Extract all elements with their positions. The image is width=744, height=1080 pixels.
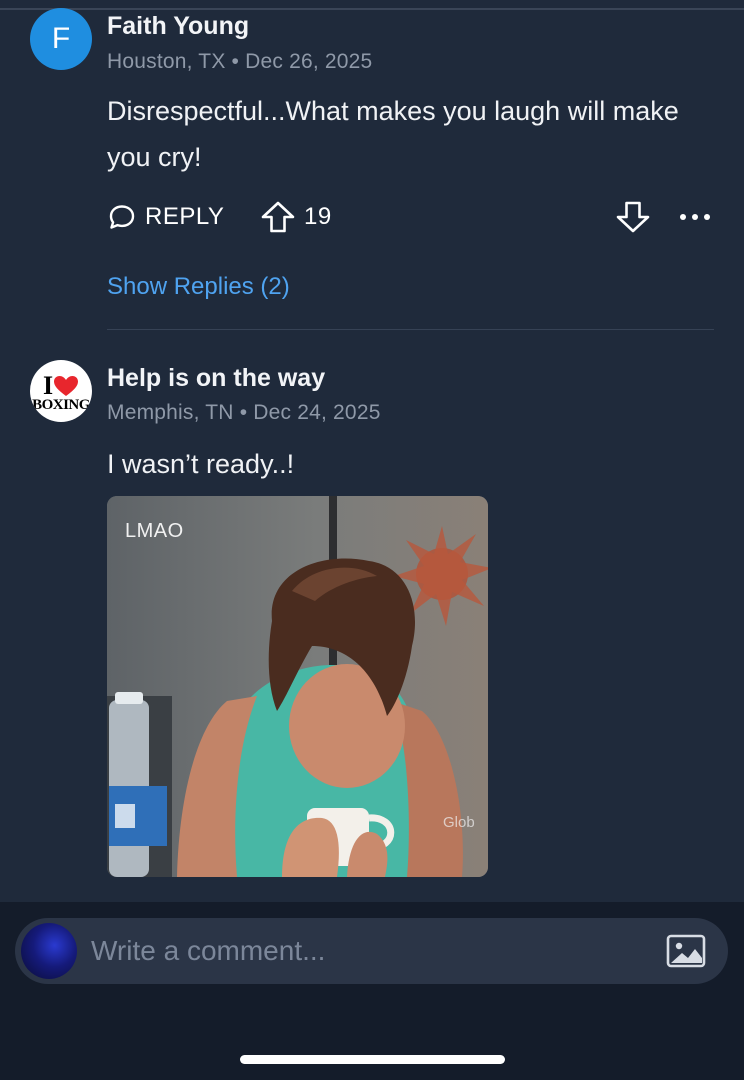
comment-meta: Memphis, TN • Dec 24, 2025 (107, 401, 381, 425)
avatar[interactable]: I BOXING (30, 360, 92, 422)
comment-card: I BOXING Help is on the way Memphis, TN •… (0, 0, 744, 900)
heart-icon (54, 375, 79, 396)
comment-input[interactable] (91, 918, 651, 984)
comment-gif[interactable]: Glob LMAO (107, 496, 488, 877)
meta-separator: • (239, 401, 248, 424)
user-avatar[interactable] (21, 923, 77, 979)
comment-text: I wasn’t ready..! (107, 449, 295, 479)
home-indicator[interactable] (240, 1055, 505, 1064)
comment-location: Memphis, TN (107, 401, 234, 424)
gif-watermark: Glob (443, 814, 475, 831)
comment-author[interactable]: Help is on the way (107, 364, 325, 393)
i-love-boxing-logo: I (42, 370, 79, 400)
attach-image-button[interactable] (666, 934, 706, 968)
logo-word-boxing: BOXING (32, 396, 90, 413)
comment-composer (15, 918, 728, 984)
gif-caption: LMAO (125, 520, 184, 542)
gif-image: Glob (107, 496, 488, 877)
image-icon (666, 934, 706, 968)
comment-date: Dec 24, 2025 (253, 401, 381, 424)
logo-letter-i: I (42, 370, 54, 400)
